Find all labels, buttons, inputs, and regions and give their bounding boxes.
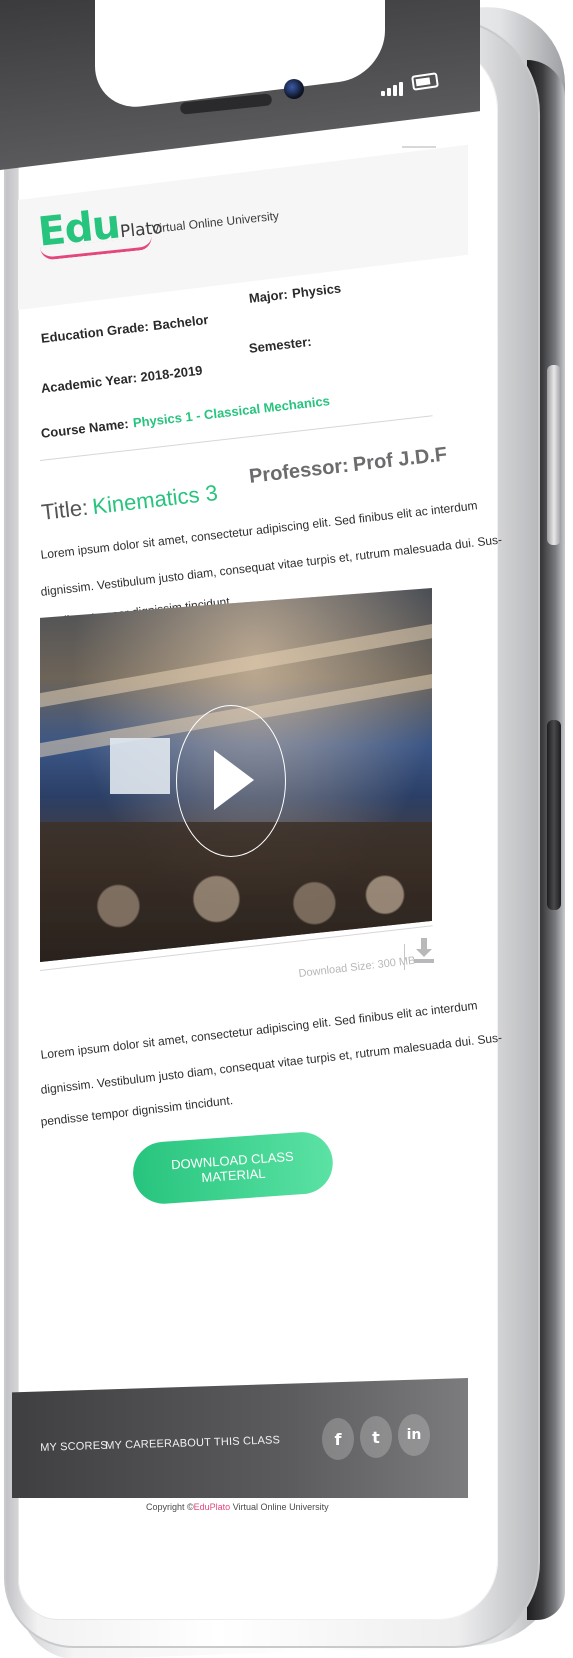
twitter-icon[interactable]: t — [360, 1416, 392, 1458]
copyright-text: Copyright ©EduPlato Virtual Online Unive… — [146, 1502, 329, 1512]
copyright-prefix: Copyright © — [146, 1502, 194, 1512]
major-label: Major: — [248, 286, 289, 306]
divider — [404, 944, 405, 970]
front-camera — [284, 79, 304, 99]
download-icon[interactable] — [414, 938, 434, 964]
footer-link-my-career[interactable]: MY CAREER — [105, 1438, 172, 1452]
footer-link-my-scores[interactable]: MY SCORES — [40, 1440, 108, 1454]
play-icon[interactable] — [214, 750, 254, 810]
power-button — [547, 720, 561, 910]
major-value: Physics — [291, 280, 342, 301]
timer-icon — [89, 158, 107, 176]
video-scene — [110, 738, 170, 794]
lesson-title-label: Title: — [40, 494, 90, 525]
signal-icon — [381, 78, 407, 96]
linkedin-icon[interactable]: in — [398, 1414, 430, 1456]
copyright-brand: EduPlato — [193, 1502, 231, 1512]
copyright-suffix: Virtual Online University — [232, 1502, 329, 1512]
facebook-icon[interactable]: f — [322, 1418, 354, 1460]
phone-mockup: NO SIM EduPlato Virtual Online Universit… — [0, 0, 573, 1658]
volume-button — [547, 365, 561, 545]
